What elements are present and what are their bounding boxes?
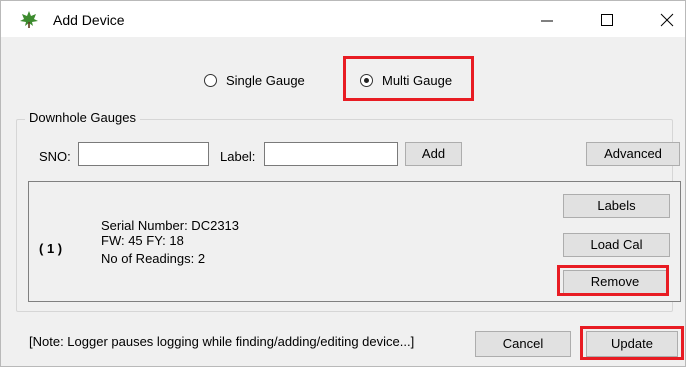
close-icon bbox=[660, 13, 674, 27]
minimize-button[interactable] bbox=[527, 7, 567, 33]
logger-note: [Note: Logger pauses logging while findi… bbox=[29, 334, 415, 349]
sno-input[interactable] bbox=[78, 142, 209, 166]
cancel-button[interactable]: Cancel bbox=[475, 331, 571, 357]
gauge-fw: FW: 45 FY: 18 bbox=[101, 233, 184, 248]
leaf-icon bbox=[19, 10, 39, 28]
label-label: Label: bbox=[220, 149, 256, 164]
update-highlight bbox=[580, 326, 684, 360]
multi-gauge-highlight bbox=[343, 56, 474, 101]
advanced-button[interactable]: Advanced bbox=[586, 142, 680, 166]
maximize-icon bbox=[601, 14, 613, 26]
close-button[interactable] bbox=[647, 7, 686, 33]
labels-button[interactable]: Labels bbox=[563, 194, 670, 218]
single-gauge-label: Single Gauge bbox=[226, 73, 305, 88]
minimize-icon bbox=[541, 20, 553, 22]
gauge-index: ( 1 ) bbox=[39, 241, 63, 256]
label-input[interactable] bbox=[264, 142, 398, 166]
add-device-window: Add Device Single Gauge Multi Gauge Down… bbox=[0, 0, 686, 367]
maximize-button[interactable] bbox=[587, 7, 627, 33]
radio-circle bbox=[204, 74, 217, 87]
gauge-serial: Serial Number: DC2313 bbox=[101, 218, 240, 233]
single-gauge-radio[interactable]: Single Gauge bbox=[204, 73, 305, 88]
group-title: Downhole Gauges bbox=[25, 110, 140, 125]
title-bar: Add Device bbox=[1, 1, 685, 37]
window-title: Add Device bbox=[53, 12, 125, 28]
gauge-readings: No of Readings: 2 bbox=[101, 251, 206, 266]
sno-label: SNO: bbox=[39, 149, 71, 164]
add-button[interactable]: Add bbox=[405, 142, 462, 166]
load-cal-button[interactable]: Load Cal bbox=[563, 233, 670, 257]
remove-highlight bbox=[557, 265, 669, 296]
